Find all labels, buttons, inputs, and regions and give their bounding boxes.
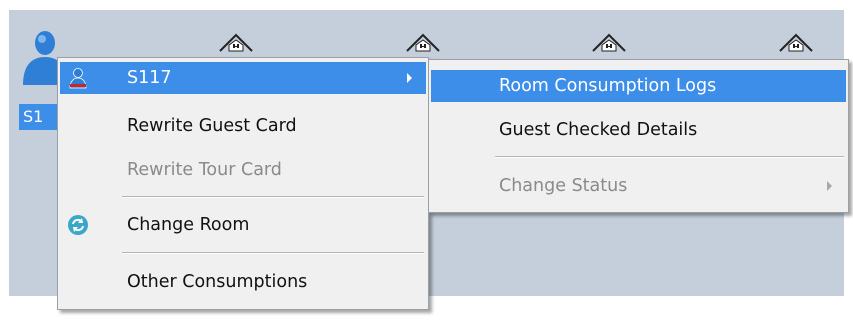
submenu-item-label: Guest Checked Details: [499, 120, 698, 140]
submenu-item-room-consumption-logs[interactable]: Room Consumption Logs: [431, 70, 846, 102]
menu-item-rewrite-tour-card[interactable]: Rewrite Tour Card: [60, 154, 426, 186]
menu-item-label: Change Room: [127, 215, 250, 235]
house-icon[interactable]: [776, 31, 816, 53]
house-icon[interactable]: [216, 31, 256, 53]
guest-room-label[interactable]: S1: [19, 104, 59, 130]
submenu-arrow-icon: [407, 73, 412, 83]
menu-separator: [122, 196, 424, 198]
menu-item-label: Other Consumptions: [127, 272, 308, 292]
menu-item-s117[interactable]: S117: [60, 62, 426, 94]
menu-item-rewrite-guest-card[interactable]: Rewrite Guest Card: [60, 110, 426, 142]
submenu-item-guest-checked-details[interactable]: Guest Checked Details: [431, 114, 846, 146]
menu-item-label: Rewrite Guest Card: [127, 116, 297, 136]
submenu-item-change-status[interactable]: Change Status: [431, 170, 846, 202]
menu-item-label: S117: [127, 68, 172, 88]
house-icon[interactable]: [589, 31, 629, 53]
menu-item-label: Rewrite Tour Card: [127, 160, 282, 180]
person-icon: [67, 67, 89, 89]
menu-item-other-consumptions[interactable]: Other Consumptions: [60, 266, 426, 298]
submenu-item-label: Room Consumption Logs: [499, 76, 717, 96]
menu-item-change-room[interactable]: Change Room: [60, 209, 426, 241]
submenu-arrow-icon: [827, 181, 832, 191]
refresh-icon: [67, 214, 89, 236]
menu-separator: [122, 252, 424, 254]
submenu-item-label: Change Status: [499, 176, 628, 196]
house-icon[interactable]: [403, 31, 443, 53]
context-menu: S117 Rewrite Guest Card Rewrite Tour Car…: [57, 57, 429, 310]
menu-separator: [495, 156, 844, 158]
submenu: Room Consumption Logs Guest Checked Deta…: [428, 59, 849, 213]
